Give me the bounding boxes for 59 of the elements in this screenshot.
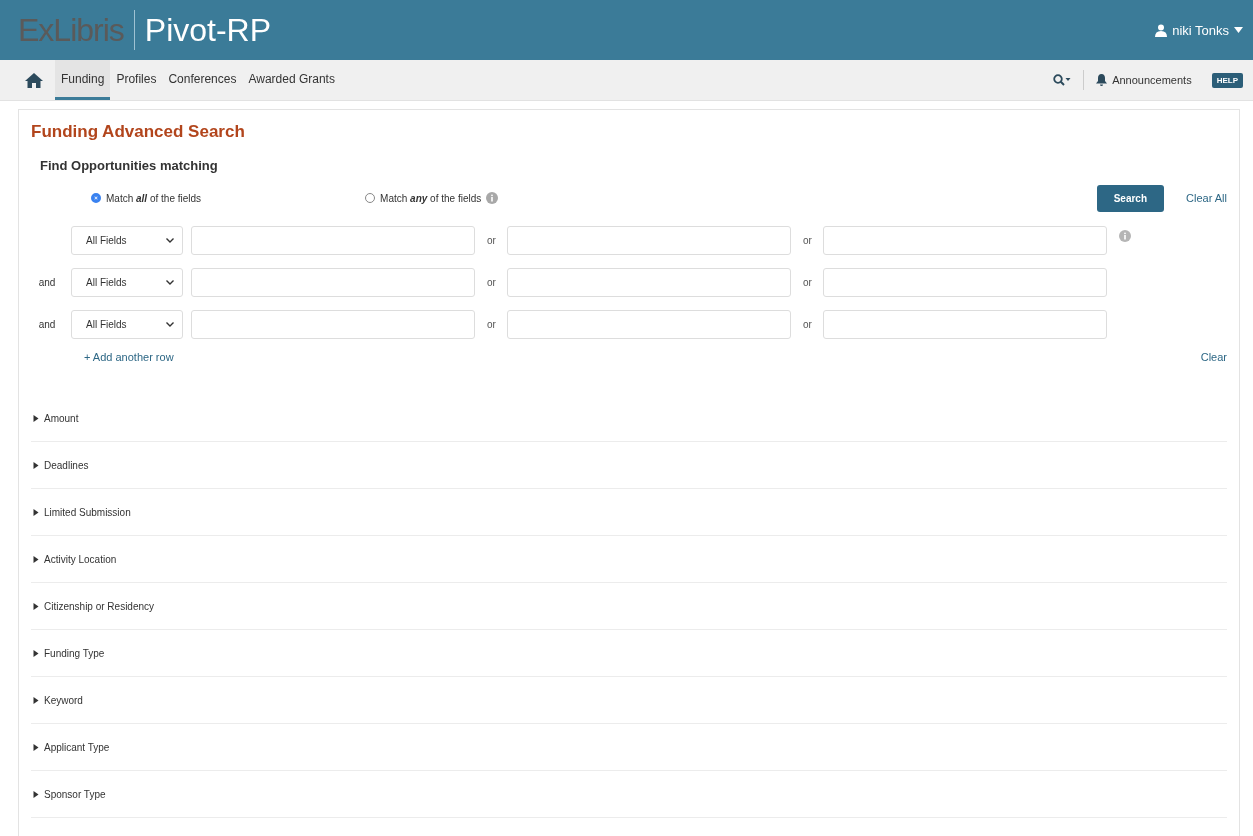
chevron-icon [166,238,174,243]
user-icon [1155,23,1168,37]
radio-button[interactable] [91,193,101,203]
clear-link[interactable]: Clear [1200,351,1227,363]
nav-tab[interactable]: Funding [55,60,111,100]
search-input-field[interactable] [191,226,475,255]
radio-button[interactable] [365,193,376,203]
search-button[interactable]: Search [1096,184,1165,212]
search-input-field[interactable] [507,226,791,255]
collapsible-section[interactable]: Limited Submission [31,489,1227,536]
info-icon[interactable] [1119,230,1131,242]
page-title: Funding Advanced Search [31,122,246,142]
search-input-field[interactable] [191,268,475,297]
nav-tab[interactable]: Conferences [162,60,243,100]
collapsible-section[interactable]: Deadlines [31,442,1227,489]
search-input-field[interactable] [507,268,791,297]
caret-icon [1234,27,1243,33]
or-label: or [803,235,811,246]
search-input-field[interactable] [823,268,1107,297]
info-icon[interactable] [486,192,499,204]
connector-label: and [38,319,56,330]
field-select[interactable]: All Fields [71,310,183,339]
collapsible-section[interactable]: Applicant Type [31,724,1227,771]
logo-brand: ExLibris [18,11,124,49]
or-label: or [487,235,495,246]
or-label: or [803,319,811,330]
add-row-link[interactable]: + Add another row [84,351,174,363]
collapsible-section[interactable]: Citizenship or Residency [31,583,1227,630]
chevron-icon [166,280,174,285]
search-input-field[interactable] [191,310,475,339]
search-input-field[interactable] [507,310,791,339]
user-menu[interactable]: niki Tonks [1155,22,1243,38]
connector-label: and [38,277,56,288]
logo-product: Pivot-RP [144,11,272,49]
collapsible-section[interactable]: Keyword [31,677,1227,724]
home-icon[interactable] [25,72,43,88]
collapsible-section[interactable]: Amount [31,395,1227,442]
or-label: or [487,277,495,288]
field-select[interactable]: All Fields [71,268,183,297]
chevron-icon [166,322,174,327]
search-menu-button[interactable] [1053,74,1072,86]
section-heading: Find Opportunities matching [40,158,219,173]
or-label: or [487,319,495,330]
collapsible-section[interactable]: Activity Location [31,536,1227,583]
collapsible-section[interactable]: Funding Type [31,630,1227,677]
clear-all-link[interactable]: Clear All [1186,192,1227,204]
nav-tab[interactable]: Awarded Grants [242,60,341,100]
search-input-field[interactable] [823,226,1107,255]
help-button[interactable]: HELP [1211,72,1243,88]
search-icon [1053,74,1072,86]
announcements-link[interactable]: Announcements [1096,60,1192,100]
or-label: or [803,277,811,288]
field-select[interactable]: All Fields [71,226,183,255]
bell-icon [1096,74,1108,86]
match-option[interactable]: Match any of the fields [365,192,499,204]
nav-tab[interactable]: Profiles [110,60,163,100]
collapsible-section[interactable]: Sponsor Type [31,771,1227,818]
search-input-field[interactable] [823,310,1107,339]
radio-label: Match any of the fields [380,192,482,204]
